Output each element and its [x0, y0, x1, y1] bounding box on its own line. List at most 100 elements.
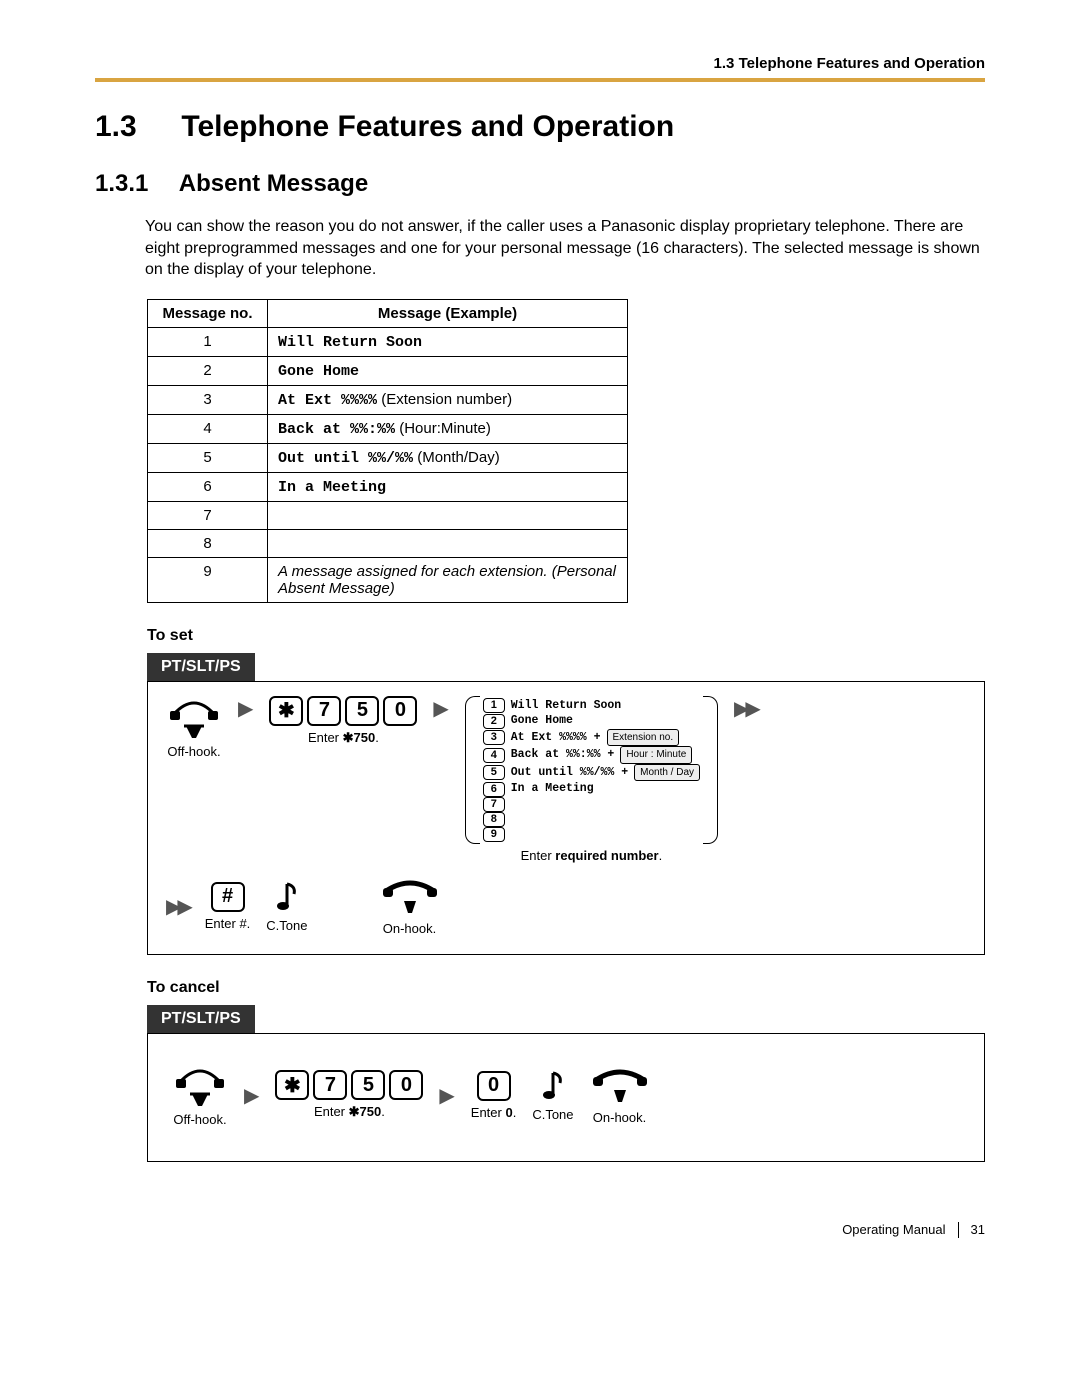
flow-arrow-icon: ▶: [244, 1083, 259, 1108]
ctone-caption: C.Tone: [266, 918, 307, 933]
device-tag: PT/SLT/PS: [147, 1005, 255, 1033]
table-cell-msg: At Ext %%%% (Extension number): [268, 385, 628, 414]
footer-divider: [958, 1222, 959, 1238]
option-number: 9: [483, 827, 505, 842]
option-pill: Hour : Minute: [620, 746, 692, 764]
key-star: ✱: [275, 1070, 309, 1100]
option-number: 7: [483, 797, 505, 812]
key-hash: #: [211, 882, 245, 912]
table-cell-no: 7: [148, 501, 268, 529]
option-text: Gone Home: [511, 713, 573, 729]
table-cell-no: 6: [148, 472, 268, 501]
table-row: 6In a Meeting: [148, 472, 628, 501]
table-head-msg: Message (Example): [268, 299, 628, 327]
offhook-caption: Off-hook.: [167, 744, 220, 759]
subsection-number: 1.3.1: [95, 170, 173, 198]
option-line: 9: [483, 827, 700, 842]
table-cell-msg: In a Meeting: [268, 472, 628, 501]
table-row: 8: [148, 529, 628, 557]
enter-hash-caption: Enter #.: [205, 916, 251, 931]
option-number: 3: [483, 730, 505, 745]
option-line: 1 Will Return Soon: [483, 698, 700, 714]
onhook-icon: [590, 1066, 650, 1106]
key-0: 0: [477, 1071, 511, 1101]
to-set-label: To set: [147, 627, 985, 645]
table-row: 2Gone Home: [148, 356, 628, 385]
enter-0-caption: Enter 0.: [471, 1105, 517, 1120]
ctone-caption: C.Tone: [532, 1107, 573, 1122]
table-row: 5Out until %%/%% (Month/Day): [148, 443, 628, 472]
page-footer: Operating Manual 31: [95, 1222, 985, 1238]
to-cancel-diagram: PT/SLT/PS Off-hook. ▶ ✱: [147, 1005, 985, 1162]
table-cell-no: 8: [148, 529, 268, 557]
flow-arrow-icon: ▶: [439, 1083, 454, 1108]
ctone-icon: [272, 880, 302, 914]
key-5: 5: [351, 1070, 385, 1100]
option-line: 6 In a Meeting: [483, 781, 700, 797]
subsection-title: Absent Message: [179, 170, 368, 197]
option-pill: Extension no.: [607, 729, 680, 747]
table-row: 1Will Return Soon: [148, 327, 628, 356]
code-750-keys: ✱ 7 5 0: [269, 696, 417, 726]
table-cell-msg: [268, 501, 628, 529]
option-number: 6: [483, 782, 505, 797]
onhook-caption: On-hook.: [383, 921, 436, 936]
key-0: 0: [389, 1070, 423, 1100]
flow-arrow-icon: ▶: [238, 696, 253, 721]
key-0: 0: [383, 696, 417, 726]
option-text: At Ext %%%% +: [511, 730, 601, 746]
option-line: 4Back at %%:%% +Hour : Minute: [483, 746, 700, 764]
ctone-icon: [538, 1069, 568, 1103]
option-number: 2: [483, 714, 505, 729]
table-cell-msg: Out until %%/%% (Month/Day): [268, 443, 628, 472]
table-cell-no: 4: [148, 414, 268, 443]
table-cell-msg: Back at %%:%% (Hour:Minute): [268, 414, 628, 443]
option-line: 2 Gone Home: [483, 713, 700, 729]
subsection-heading: 1.3.1 Absent Message: [95, 170, 985, 198]
option-number: 8: [483, 812, 505, 827]
option-text: Will Return Soon: [511, 698, 621, 714]
options-list: 1 Will Return Soon 2 Gone Home 3 At Ext %%%% …: [465, 696, 718, 844]
table-cell-no: 1: [148, 327, 268, 356]
table-cell-no: 3: [148, 385, 268, 414]
key-star: ✱: [269, 696, 303, 726]
option-number: 5: [483, 765, 505, 780]
section-title: Telephone Features and Operation: [181, 110, 674, 143]
enter-750-caption: Enter ✱750.: [308, 730, 379, 746]
offhook-caption: Off-hook.: [173, 1112, 226, 1127]
table-row: 7: [148, 501, 628, 529]
table-row: 3At Ext %%%% (Extension number): [148, 385, 628, 414]
device-tag: PT/SLT/PS: [147, 653, 255, 681]
intro-paragraph: You can show the reason you do not answe…: [145, 216, 985, 281]
table-cell-msg: [268, 529, 628, 557]
onhook-caption: On-hook.: [593, 1110, 646, 1125]
offhook-icon: [172, 1064, 228, 1108]
footer-page: 31: [971, 1222, 985, 1237]
table-head-no: Message no.: [148, 299, 268, 327]
option-pill: Month / Day: [634, 764, 700, 782]
offhook-icon: [166, 696, 222, 740]
footer-manual: Operating Manual: [842, 1222, 945, 1237]
to-set-diagram: PT/SLT/PS Off-hook. ▶ ✱: [147, 653, 985, 955]
running-header: 1.3 Telephone Features and Operation: [95, 55, 985, 72]
header-rule: [95, 78, 985, 82]
table-row: 4Back at %%:%% (Hour:Minute): [148, 414, 628, 443]
flow-continue-icon: ▶▶: [166, 894, 189, 919]
table-cell-no: 2: [148, 356, 268, 385]
option-line: 3 At Ext %%%% + Extension no.: [483, 729, 700, 747]
message-table: Message no. Message (Example) 1Will Retu…: [147, 299, 628, 603]
option-line: 5Out until %%/%% +Month / Day: [483, 764, 700, 782]
to-cancel-label: To cancel: [147, 979, 985, 997]
code-750-keys: ✱ 7 5 0: [275, 1070, 423, 1100]
enter-750-caption: Enter ✱750.: [314, 1104, 385, 1120]
key-5: 5: [345, 696, 379, 726]
key-7: 7: [313, 1070, 347, 1100]
option-number: 1: [483, 698, 505, 713]
option-text: In a Meeting: [511, 781, 594, 797]
table-cell-no: 9: [148, 557, 268, 602]
table-cell-msg: Gone Home: [268, 356, 628, 385]
option-line: 7: [483, 797, 700, 812]
key-7: 7: [307, 696, 341, 726]
option-line: 8: [483, 812, 700, 827]
section-number: 1.3: [95, 110, 173, 144]
